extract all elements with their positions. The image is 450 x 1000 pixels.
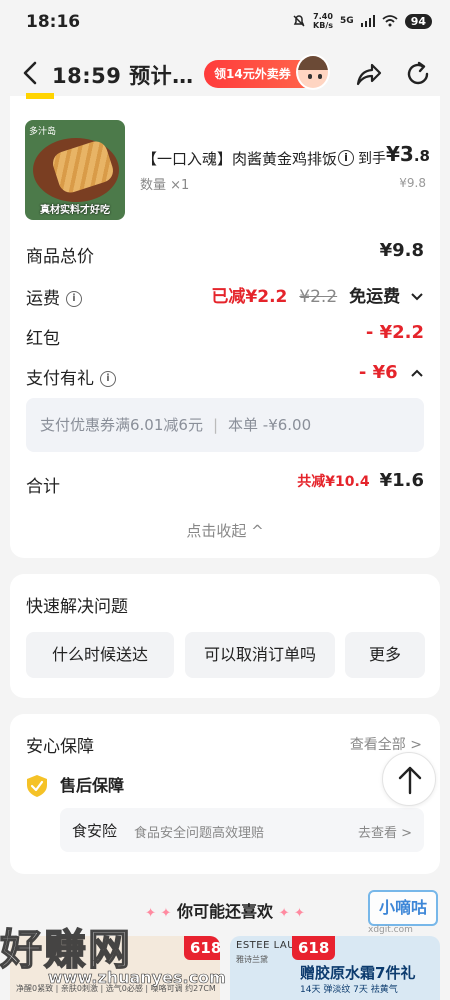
shipping-label: 运费: [26, 289, 60, 309]
shipping-free: 免运费: [349, 287, 401, 307]
collapse-button[interactable]: 点击收起 ^: [10, 520, 440, 541]
watermark-logo: 小嘀咕: [368, 890, 438, 926]
arrive-label: 到手: [358, 151, 386, 167]
product-brand: 多汁岛: [29, 127, 57, 137]
product-image[interactable]: 多汁岛 真材实料才好吃: [25, 120, 125, 220]
goods-total-row: 商品总价 ¥9.8: [26, 238, 424, 268]
total-label: 合计: [26, 477, 60, 497]
shipping-row[interactable]: 运费 i 已减¥2.2 ¥2.2 免运费: [26, 280, 424, 310]
coupon-button[interactable]: 领14元外卖券: [204, 54, 330, 90]
status-bar: 18:16 7.40 KB/s 5G 94: [0, 0, 450, 46]
recommend-sub: 14天 弹淡纹 7天 祛黄气: [300, 985, 398, 995]
info-icon[interactable]: i: [100, 371, 116, 387]
safety-card: 安心保障 查看全部 > 售后保障 食安险 食品安全问题高效理赔 去查看 >: [10, 714, 440, 874]
decor-icon: ✦ ✦: [145, 906, 172, 921]
status-indicators: 7.40 KB/s 5G 94: [292, 12, 432, 30]
promo-tag: 618: [184, 936, 220, 960]
battery-indicator: 94: [404, 13, 432, 29]
mascot-icon: [296, 54, 330, 90]
shipping-original: ¥2.2: [299, 287, 338, 307]
wifi-icon: [382, 15, 398, 27]
net-speed: 7.40 KB/s: [313, 12, 334, 30]
shipping-value: 已减¥2.2 ¥2.2 免运费: [211, 282, 424, 307]
pay-gift-label: 支付有礼: [26, 369, 94, 389]
mute-bell-icon: [293, 15, 305, 27]
signal-label: 5G: [340, 16, 354, 26]
after-sale-label: 售后保障: [60, 776, 125, 795]
watermark-url: www.zhuanyes.com: [48, 968, 226, 988]
quantity: 数量 ×1: [140, 178, 190, 193]
total-value-wrap: 共减¥10.4 ¥1.6: [297, 470, 424, 491]
safety-title: 安心保障: [26, 737, 94, 757]
watermark-url: xdgit.com: [368, 925, 413, 935]
total-value: ¥1.6: [379, 470, 424, 491]
pay-coupon-amount: 本单 -¥6.00: [228, 416, 312, 434]
quick-solve-title: 快速解决问题: [26, 597, 128, 617]
scroll-top-button[interactable]: [382, 752, 436, 806]
see-all-link[interactable]: 查看全部 >: [350, 734, 422, 754]
delivery-time-button[interactable]: 什么时候送达: [26, 632, 174, 678]
info-icon[interactable]: i: [338, 150, 354, 166]
recommend-card[interactable]: ESTEE LAUDER 雅诗兰黛 618 赠胶原水霜7件礼 14天 弹淡纹 7…: [230, 936, 440, 1000]
food-safety-row[interactable]: 食安险 食品安全问题高效理赔 去查看 >: [60, 808, 424, 852]
order-card: 多汁岛 真材实料才好吃 【一口入魂】肉酱黄金鸡排饭 i 到手 ¥3.8 数量 ×…: [10, 93, 440, 558]
redpacket-value: - ¥2.2: [365, 322, 424, 343]
food-safety-title: 食安险: [72, 822, 118, 840]
clipped-header: [26, 88, 366, 100]
pay-gift-value-wrap: - ¥6: [359, 362, 424, 383]
redpacket-row: 红包 - ¥2.2: [26, 320, 424, 350]
recommend-headline: 赠胶原水霜7件礼: [300, 964, 416, 982]
chevron-down-icon[interactable]: [410, 292, 424, 302]
decor-icon: ✦ ✦: [278, 906, 305, 921]
pay-coupon-box: 支付优惠券满6.01减6元 | 本单 -¥6.00: [26, 398, 424, 452]
quick-solve-card: 快速解决问题 什么时候送达 可以取消订单吗 更多: [10, 574, 440, 698]
pay-box-separator: |: [212, 416, 219, 434]
original-price: ¥9.8: [399, 176, 426, 190]
page-title: 18:59 预计…: [52, 64, 194, 88]
status-time: 18:16: [26, 12, 81, 32]
goods-total-value: ¥9.8: [379, 240, 424, 261]
share-icon[interactable]: [352, 58, 384, 90]
chevron-up-icon[interactable]: [410, 368, 424, 378]
shield-check-icon: [27, 775, 47, 797]
info-icon[interactable]: i: [66, 291, 82, 307]
shipping-reduced: 已减¥2.2: [211, 287, 288, 307]
food-safety-desc: 食品安全问题高效理赔: [134, 826, 265, 841]
goods-total-label: 商品总价: [26, 247, 94, 267]
pay-gift-value: - ¥6: [358, 362, 398, 383]
promo-tag: 618: [292, 936, 336, 960]
signal-icon: [360, 15, 375, 27]
arrow-up-icon: [398, 766, 422, 795]
coupon-label: 领14元外卖券: [214, 67, 291, 81]
pay-gift-row[interactable]: 支付有礼 i - ¥6: [26, 360, 424, 390]
food-safety-link[interactable]: 去查看 >: [358, 822, 412, 841]
product-name[interactable]: 【一口入魂】肉酱黄金鸡排饭: [142, 148, 338, 169]
total-reduced: 共减¥10.4: [297, 474, 370, 490]
recommend-brand-cn: 雅诗兰黛: [236, 955, 268, 964]
more-button[interactable]: 更多: [345, 632, 425, 678]
refresh-icon[interactable]: [402, 58, 434, 90]
redpacket-label: 红包: [26, 329, 60, 349]
cancel-order-button[interactable]: 可以取消订单吗: [185, 632, 335, 678]
product-caption: 真材实料才好吃: [40, 205, 110, 216]
total-row: 合计 共减¥10.4 ¥1.6: [26, 468, 424, 498]
back-icon[interactable]: [16, 58, 46, 88]
arrive-price: ¥3.8: [386, 142, 430, 166]
pay-coupon-desc: 支付优惠券满6.01减6元: [40, 416, 203, 434]
